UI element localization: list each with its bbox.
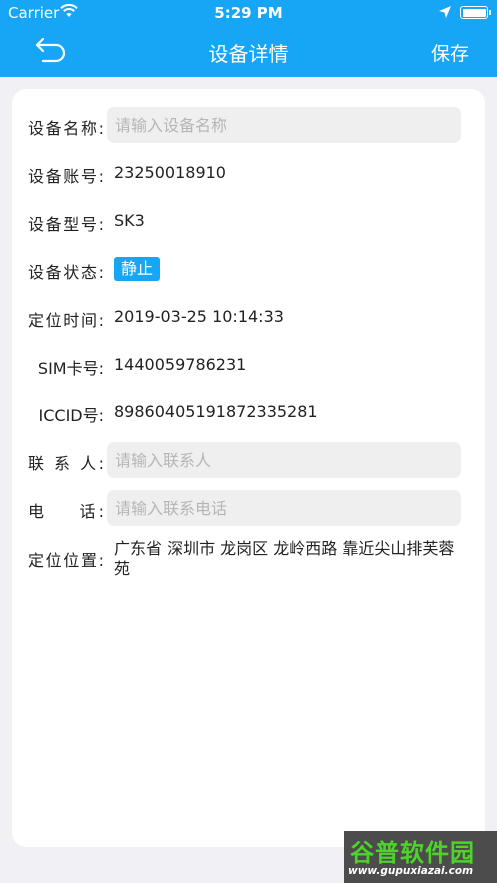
- device-state-label: 设备状态:: [28, 263, 104, 282]
- sim-number-label: SIM卡号:: [37, 359, 104, 378]
- location-value: 广东省 深圳市 龙岗区 龙岭西路 靠近尖山排芙蓉苑: [114, 539, 455, 578]
- page-title: 设备详情: [208, 42, 289, 66]
- contact-label: 联 系 人:: [28, 454, 104, 473]
- status-badge: 静止: [114, 257, 161, 281]
- watermark-name: 谷普软件园: [350, 839, 475, 867]
- status-bar: Carrier 5:29 PM: [0, 0, 497, 26]
- location-arrow-icon: [439, 6, 451, 18]
- location-label: 定位位置:: [28, 551, 104, 570]
- watermark-url: www.gupuxiazai.com: [348, 865, 474, 877]
- iccid-value: 89860405191872335281: [114, 402, 318, 421]
- device-name-input[interactable]: [107, 107, 461, 143]
- battery-icon: [460, 6, 491, 19]
- device-model-label: 设备型号:: [28, 215, 104, 234]
- locate-time-value: 2019-03-25 10:14:33: [114, 307, 284, 326]
- device-model-value: SK3: [114, 211, 145, 230]
- status-time: 5:29 PM: [214, 4, 283, 22]
- contact-input[interactable]: [107, 442, 461, 478]
- save-button[interactable]: 保存: [431, 39, 469, 66]
- device-detail-card: 设备名称: 设备账号: 23250018910 设备型号: SK3 设备状态: …: [12, 89, 485, 847]
- iccid-label: ICCID号:: [38, 406, 105, 425]
- watermark-logo: 谷普软件园 www.gupuxiazai.com: [344, 831, 497, 883]
- sim-number-value: 1440059786231: [114, 355, 247, 374]
- locate-time-label: 定位时间:: [28, 311, 104, 330]
- device-account-label: 设备账号:: [28, 167, 104, 186]
- navigation-bar: Carrier 5:29 PM 设备详情 保存: [0, 0, 497, 77]
- device-account-value: 23250018910: [114, 163, 226, 182]
- device-name-label: 设备名称:: [28, 119, 104, 138]
- phone-label: 电 话:: [28, 502, 104, 521]
- phone-input[interactable]: [107, 490, 461, 526]
